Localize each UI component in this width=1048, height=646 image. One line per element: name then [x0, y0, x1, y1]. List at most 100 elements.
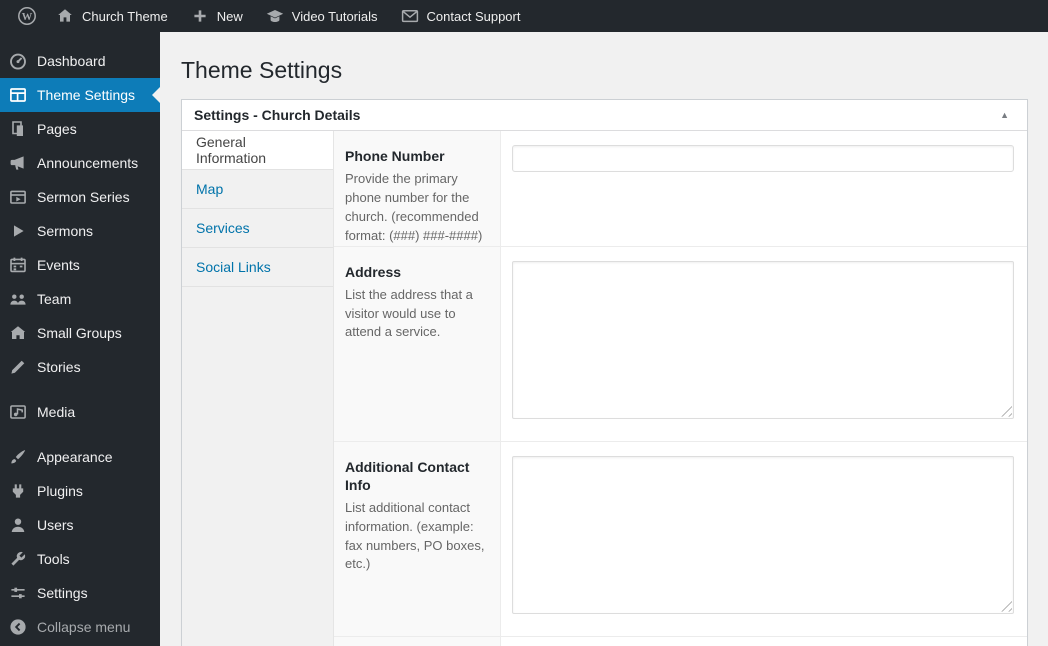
adminbar-label: Church Theme — [82, 8, 168, 24]
sidebar-item-collapse-menu[interactable]: Collapse menu — [0, 610, 160, 644]
sidebar-item-announcements[interactable]: Announcements — [0, 146, 160, 180]
adminbar-label: Video Tutorials — [291, 8, 378, 24]
sidebar-item-pages[interactable]: Pages — [0, 112, 160, 146]
tools-icon — [8, 549, 28, 569]
field-row-additional-contact-info: Additional Contact Info List additional c… — [334, 441, 1027, 637]
field-label-cell: Additional Contact Info List additional c… — [334, 441, 501, 636]
field-input-cell — [501, 131, 1027, 246]
settings-tab-list: General Information Map Services Social Lin… — [182, 131, 334, 646]
collapse-icon — [8, 617, 28, 637]
sidebar-item-label: Team — [37, 291, 72, 307]
team-icon — [8, 289, 28, 309]
field-row-phone-number: Phone Number Provide the primary phone nu… — [334, 131, 1027, 247]
field-description: List additional contact information. (ex… — [345, 499, 485, 572]
main-content: Theme Settings Settings - Church Details… — [160, 32, 1048, 646]
appearance-icon — [8, 447, 28, 467]
sidebar-item-label: Users — [37, 517, 74, 533]
home-icon — [55, 6, 75, 26]
adminbar-item-video-tutorials[interactable]: Video Tutorials — [254, 0, 389, 32]
field-description: List the address that a visitor would us… — [345, 286, 473, 340]
address-textarea[interactable] — [512, 260, 1014, 419]
plus-icon — [190, 6, 210, 26]
sidebar-item-label: Announcements — [37, 155, 139, 171]
sidebar-item-sermons[interactable]: Sermons — [0, 214, 160, 248]
sidebar-item-label: Events — [37, 257, 80, 273]
field-row-next-partial — [334, 636, 1027, 646]
sidebar-item-appearance[interactable]: Appearance — [0, 440, 160, 474]
sidebar-item-small-groups[interactable]: Small Groups — [0, 316, 160, 350]
media-icon — [8, 402, 28, 422]
stories-icon — [8, 357, 28, 377]
church-details-panel: Settings - Church Details ▲ General Info… — [181, 99, 1028, 646]
panel-collapse-toggle-icon[interactable]: ▲ — [994, 106, 1015, 124]
envelope-icon — [400, 6, 420, 26]
adminbar-label: New — [216, 8, 243, 24]
textarea-wrapper — [512, 260, 1014, 419]
admin-sidebar-menu: Dashboard Theme Settings Pages Announcement… — [0, 32, 160, 646]
users-icon — [8, 515, 28, 535]
sidebar-item-label: Appearance — [37, 449, 113, 465]
sidebar-item-label: Pages — [37, 121, 77, 137]
sidebar-item-label: Stories — [37, 359, 81, 375]
sidebar-item-label: Media — [37, 404, 76, 420]
settings-fields: Phone Number Provide the primary phone nu… — [334, 131, 1027, 646]
sermons-icon — [8, 221, 28, 241]
field-label-cell — [334, 636, 501, 646]
adminbar-label: Contact Support — [426, 8, 521, 24]
sidebar-item-label: Small Groups — [37, 325, 122, 341]
panel-header: Settings - Church Details ▲ — [182, 100, 1027, 131]
sidebar-item-plugins[interactable]: Plugins — [0, 474, 160, 508]
field-label: Additional Contact Info — [345, 458, 470, 493]
sidebar-item-media[interactable]: Media — [0, 395, 160, 429]
svg-text:W: W — [22, 12, 33, 23]
adminbar-item-site-name[interactable]: Church Theme — [44, 0, 179, 32]
sidebar-item-stories[interactable]: Stories — [0, 350, 160, 384]
tab-general-information[interactable]: General Information — [182, 131, 333, 170]
field-input-cell — [501, 637, 1027, 646]
panel-title: Settings - Church Details — [194, 107, 361, 123]
additional-contact-info-textarea[interactable] — [512, 455, 1014, 614]
field-label-cell: Phone Number Provide the primary phone nu… — [334, 131, 501, 246]
panel-body: General Information Map Services Social Lin… — [182, 131, 1027, 646]
small-groups-icon — [8, 323, 28, 343]
theme-settings-icon — [8, 85, 28, 105]
field-input-cell — [501, 247, 1027, 441]
sidebar-item-theme-settings[interactable]: Theme Settings — [0, 78, 160, 112]
phone-number-input[interactable] — [512, 145, 1014, 172]
admin-bar: W Church Theme New Video Tutorials Contact S… — [0, 0, 1048, 32]
dashboard-icon — [8, 51, 28, 71]
sidebar-item-tools[interactable]: Tools — [0, 542, 160, 576]
sidebar-item-label: Settings — [37, 585, 88, 601]
sidebar-item-dashboard[interactable]: Dashboard — [0, 44, 160, 78]
sidebar-item-settings[interactable]: Settings — [0, 576, 160, 610]
tab-map[interactable]: Map — [182, 170, 333, 209]
field-label-cell: Address List the address that a visitor w… — [334, 246, 501, 441]
tab-services[interactable]: Services — [182, 209, 333, 248]
page-title: Theme Settings — [181, 57, 343, 83]
field-input-cell — [501, 442, 1027, 636]
graduation-cap-icon — [265, 6, 285, 26]
field-label: Address — [345, 263, 402, 280]
adminbar-item-wordpress-logo[interactable]: W — [10, 0, 44, 32]
sidebar-item-label: Sermons — [37, 223, 94, 239]
sidebar-item-label: Plugins — [37, 483, 83, 499]
sidebar-item-sermon-series[interactable]: Sermon Series — [0, 180, 160, 214]
sidebar-item-label: Dashboard — [37, 53, 106, 69]
sidebar-item-label: Tools — [37, 551, 70, 567]
adminbar-item-new-content[interactable]: New — [179, 0, 254, 32]
announcements-icon — [8, 153, 28, 173]
sermon-series-icon — [8, 187, 28, 207]
field-description: Provide the primary phone number for the… — [345, 171, 483, 243]
pages-icon — [8, 119, 28, 139]
sidebar-item-team[interactable]: Team — [0, 282, 160, 316]
sidebar-item-users[interactable]: Users — [0, 508, 160, 542]
sidebar-item-label: Sermon Series — [37, 189, 130, 205]
sidebar-item-label: Collapse menu — [37, 619, 131, 635]
settings-icon — [8, 583, 28, 603]
tab-social-links[interactable]: Social Links — [182, 248, 333, 287]
events-icon — [8, 255, 28, 275]
adminbar-item-contact-support[interactable]: Contact Support — [389, 0, 532, 32]
sidebar-item-events[interactable]: Events — [0, 248, 160, 282]
textarea-wrapper — [512, 455, 1014, 614]
field-row-address: Address List the address that a visitor w… — [334, 246, 1027, 442]
